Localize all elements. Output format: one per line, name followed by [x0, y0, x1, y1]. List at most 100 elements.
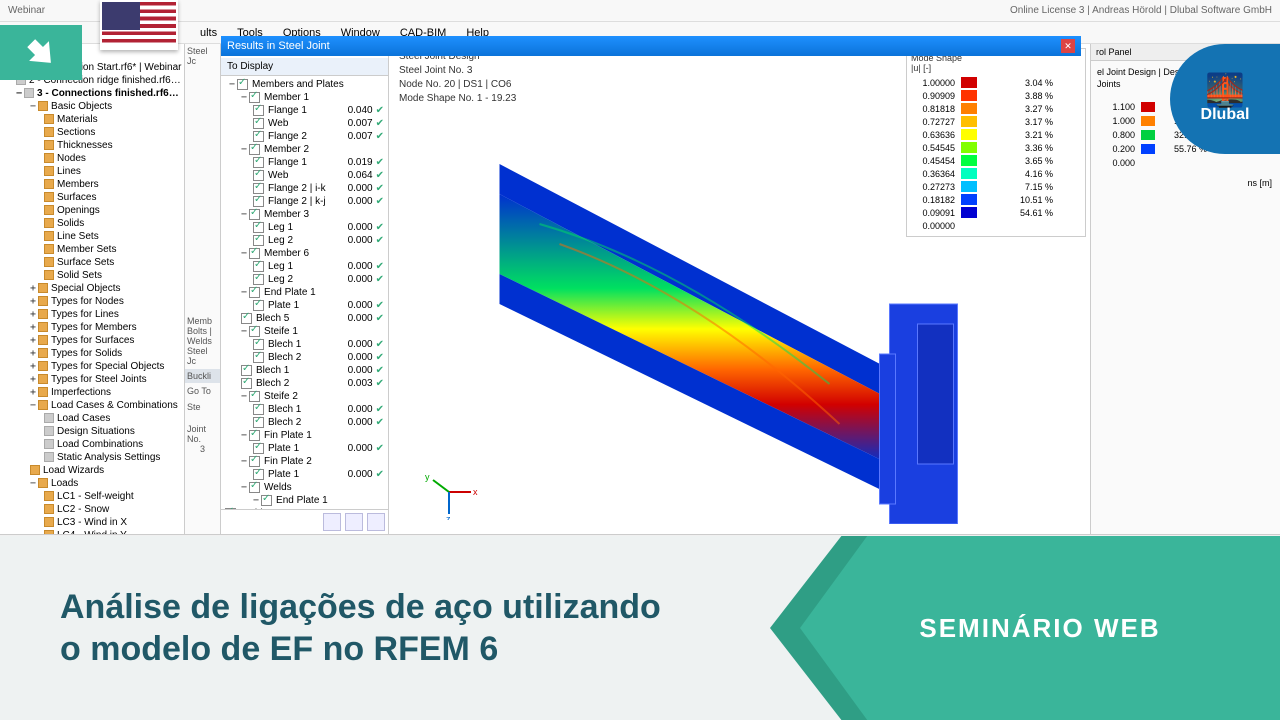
check-row[interactable]: Plate 10.000✔ — [223, 442, 386, 455]
check-row[interactable]: Flange 10.019✔ — [223, 156, 386, 169]
nav-basic-objects[interactable]: −Basic Objects — [30, 100, 182, 113]
nav-item[interactable]: +Types for Solids — [30, 347, 182, 360]
nav-item[interactable]: +Types for Surfaces — [30, 334, 182, 347]
footer-btn-2[interactable] — [345, 513, 363, 531]
nav-item[interactable]: LC3 - Wind in X — [44, 516, 182, 529]
legend-unit: |u| [-] — [911, 63, 931, 73]
tree-root-members[interactable]: Members and Plates — [252, 79, 384, 90]
check-row[interactable]: Web0.007✔ — [223, 117, 386, 130]
nav-item[interactable]: Solid Sets — [44, 269, 182, 282]
webinar-banner: Análise de ligações de aço utilizando o … — [0, 536, 1280, 720]
check-row[interactable]: Blech 20.003✔ — [223, 377, 386, 390]
window-title: Webinar — [8, 5, 45, 16]
side-label-bolts: Bolts | — [187, 326, 218, 336]
check-row[interactable]: Flange 20.007✔ — [223, 130, 386, 143]
svg-text:x: x — [473, 487, 478, 497]
side-label-memb: Memb — [187, 316, 218, 326]
nav-item[interactable]: Load Cases — [44, 412, 182, 425]
nav-item[interactable]: Design Situations — [44, 425, 182, 438]
side-label-steel: Steel Jc — [187, 46, 218, 66]
nav-item[interactable]: +Types for Steel Joints — [30, 373, 182, 386]
color-legend: Mode Shape|u| [-] 1.000003.04 %0.909093.… — [906, 48, 1086, 237]
nav-item[interactable]: LC4 - Wind in Y — [44, 529, 182, 534]
check-row[interactable]: Flange 10.040✔ — [223, 104, 386, 117]
nav-item[interactable]: Members — [44, 178, 182, 191]
nav-item[interactable]: Nodes — [44, 152, 182, 165]
dlubal-logo: 🌉 Dlubal — [1170, 44, 1280, 154]
check-row[interactable]: −Fin Plate 1 — [223, 429, 386, 442]
side-label-goto: Go To — [187, 386, 218, 396]
nav-item[interactable]: Surfaces — [44, 191, 182, 204]
side-label-joint: Joint — [187, 424, 218, 434]
side-label-welds: Welds — [187, 336, 218, 346]
check-row[interactable]: −Steife 1 — [223, 325, 386, 338]
check-row[interactable]: −Member 6 — [223, 247, 386, 260]
nav-item[interactable]: +Types for Nodes — [30, 295, 182, 308]
check-row[interactable]: −Fin Plate 2 — [223, 455, 386, 468]
nav-item[interactable]: Lines — [44, 165, 182, 178]
check-row[interactable]: −Member 2 — [223, 143, 386, 156]
window-titlebar: Webinar Online License 3 | Andreas Hörol… — [0, 0, 1280, 22]
check-row[interactable]: Plate 10.000✔ — [223, 468, 386, 481]
check-row[interactable]: Flange 2 | i-k0.000✔ — [223, 182, 386, 195]
bridge-icon: 🌉 — [1205, 74, 1245, 106]
project-navigator[interactable]: RFEM 1 - Connection Start.rf6* | Webinar… — [0, 44, 185, 534]
nav-item[interactable]: +Types for Lines — [30, 308, 182, 321]
check-row[interactable]: Web0.064✔ — [223, 169, 386, 182]
side-label-ste[interactable]: Ste — [187, 402, 218, 412]
check-row[interactable]: Leg 20.000✔ — [223, 234, 386, 247]
footer-btn-3[interactable] — [367, 513, 385, 531]
nav-item[interactable]: Solids — [44, 217, 182, 230]
nav-item[interactable]: Materials — [44, 113, 182, 126]
nav-item[interactable]: LC2 - Snow — [44, 503, 182, 516]
check-row[interactable]: Leg 20.000✔ — [223, 273, 386, 286]
results-footer-toolbar[interactable] — [221, 509, 388, 534]
license-info: Online License 3 | Andreas Hörold | Dlub… — [1010, 5, 1272, 16]
svg-text:y: y — [425, 472, 430, 482]
check-row[interactable]: −Member 1 — [223, 91, 386, 104]
nav-project-3[interactable]: −3 - Connections finished.rf6* | Webinar — [16, 87, 182, 100]
check-row[interactable]: Blech 20.000✔ — [223, 416, 386, 429]
svg-text:z: z — [446, 514, 451, 520]
side-label-buckling[interactable]: Buckli — [185, 369, 220, 383]
check-row[interactable]: Blech 50.000✔ — [223, 312, 386, 325]
nav-item[interactable]: Sections — [44, 126, 182, 139]
check-row[interactable]: −Welds — [223, 481, 386, 494]
side-label-sj: Steel Jc — [187, 346, 218, 366]
nav-loadcomb[interactable]: −Load Cases & Combinations — [30, 399, 182, 412]
nav-item[interactable]: +Types for Members — [30, 321, 182, 334]
close-icon[interactable]: ✕ — [1061, 39, 1075, 53]
side-label-no: No. — [187, 434, 218, 444]
check-row[interactable]: Leg 10.000✔ — [223, 221, 386, 234]
nav-item[interactable]: Load Combinations — [44, 438, 182, 451]
check-row[interactable]: Flange 2 | k-j0.000✔ — [223, 195, 386, 208]
check-row[interactable]: Blech 10.000✔ — [223, 338, 386, 351]
nav-item[interactable]: LC1 - Self-weight — [44, 490, 182, 503]
nav-item[interactable]: Thicknesses — [44, 139, 182, 152]
check-row[interactable]: −Steife 2 — [223, 390, 386, 403]
check-row[interactable]: −End Plate 1 — [223, 286, 386, 299]
nav-loads[interactable]: −Loads — [30, 477, 182, 490]
nav-item[interactable]: Line Sets — [44, 230, 182, 243]
nav-item[interactable]: +Special Objects — [30, 282, 182, 295]
coordinate-axes-icon: x y z — [419, 470, 479, 520]
check-row[interactable]: Blech 10.000✔ — [223, 403, 386, 416]
fea-viewer[interactable]: Steel Joint Design Steel Joint No. 3 Nod… — [389, 44, 1090, 534]
nav-item[interactable]: +Types for Special Objects — [30, 360, 182, 373]
check-row[interactable]: Leg 10.000✔ — [223, 260, 386, 273]
nav-load-wizards[interactable]: Load Wizards — [30, 464, 182, 477]
nav-item[interactable]: +Imperfections — [30, 386, 182, 399]
to-display-header: To Display — [221, 58, 388, 76]
nav-item[interactable]: Openings — [44, 204, 182, 217]
nav-item[interactable]: Surface Sets — [44, 256, 182, 269]
nav-item[interactable]: Member Sets — [44, 243, 182, 256]
results-check-tree[interactable]: −Members and Plates −Member 1Flange 10.0… — [221, 76, 388, 509]
results-panel: Results in Steel Joint ✕ To Display −Mem… — [221, 44, 389, 534]
chevron-badge: ↖ SEMINÁRIO WEB — [800, 536, 1280, 720]
us-flag-icon — [100, 0, 178, 50]
nav-item[interactable]: Static Analysis Settings — [44, 451, 182, 464]
side-label-3: 3 — [187, 444, 218, 454]
check-row[interactable]: −End Plate 1 — [223, 494, 386, 507]
footer-btn-1[interactable] — [323, 513, 341, 531]
check-row[interactable]: −Member 3 — [223, 208, 386, 221]
